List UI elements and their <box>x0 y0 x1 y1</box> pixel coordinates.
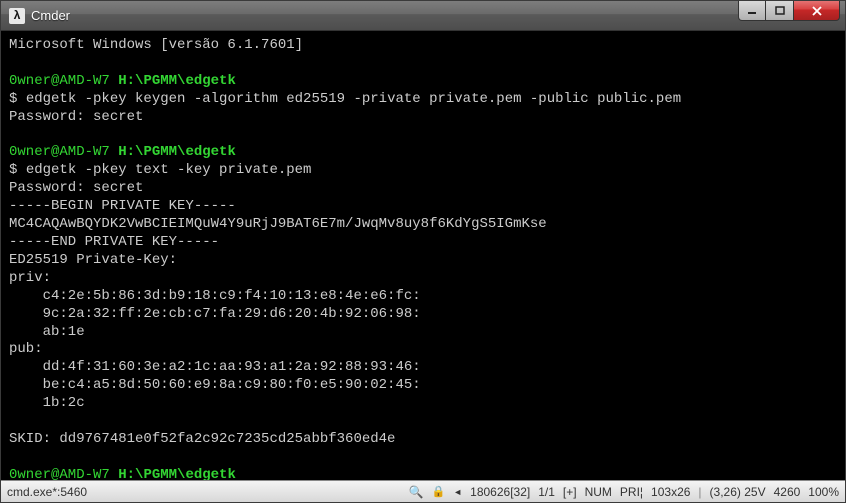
output-line: -----END PRIVATE KEY----- <box>9 234 219 250</box>
search-icon[interactable]: 🔍 <box>409 485 424 499</box>
close-button[interactable] <box>794 1 840 21</box>
prompt-path: H:\PGMM\edgetk <box>118 73 236 89</box>
close-icon <box>811 6 823 16</box>
status-sep: | <box>698 485 701 499</box>
command-text: edgetk -pkey keygen -algorithm ed25519 -… <box>26 91 681 107</box>
minimize-icon <box>747 6 757 16</box>
output-line: c4:2e:5b:86:3d:b9:18:c9:f4:10:13:e8:4e:e… <box>9 288 421 304</box>
window-buttons <box>738 1 840 21</box>
lock-icon[interactable]: 🔒 <box>432 485 446 498</box>
maximize-icon <box>775 6 785 16</box>
output-line: ab:1e <box>9 324 85 340</box>
triangle-left-icon: ◄ <box>453 487 462 497</box>
status-process[interactable]: cmd.exe*:5460 <box>7 485 409 499</box>
output-line: 1b:2c <box>9 395 85 411</box>
output-line: ED25519 Private-Key: <box>9 252 177 268</box>
output-line: SKID: dd9767481e0f52fa2c92c7235cd25abbf3… <box>9 431 395 447</box>
status-cursor: (3,26) 25V <box>710 485 766 499</box>
output-line: -----BEGIN PRIVATE KEY----- <box>9 198 236 214</box>
status-plus[interactable]: [+] <box>563 485 577 499</box>
maximize-button[interactable] <box>766 1 794 21</box>
terminal-banner: Microsoft Windows [versão 6.1.7601] <box>9 37 303 53</box>
output-line: MC4CAQAwBQYDK2VwBCIEIMQuW4Y9uRjJ9BAT6E7m… <box>9 216 547 232</box>
output-line: be:c4:a5:8d:50:60:e9:8a:c9:80:f0:e5:90:0… <box>9 377 421 393</box>
status-ratio: 1/1 <box>538 485 555 499</box>
prompt-path: H:\PGMM\edgetk <box>118 467 236 480</box>
prompt-user: 0wner@AMD-W7 <box>9 144 110 160</box>
status-mem: 4260 <box>774 485 801 499</box>
status-pct: 100% <box>808 485 839 499</box>
output-line: priv: <box>9 270 51 286</box>
titlebar[interactable]: λ Cmder <box>1 1 845 31</box>
status-size: 103x26 <box>651 485 690 499</box>
statusbar: cmd.exe*:5460 🔍 🔒 ◄ 180626[32] 1/1 [+] N… <box>1 480 845 502</box>
prompt-symbol: $ <box>9 91 17 107</box>
app-window: λ Cmder Microsoft Windows [versão 6.1.76… <box>0 0 846 503</box>
status-pos: 180626[32] <box>470 485 530 499</box>
minimize-button[interactable] <box>738 1 766 21</box>
output-line: 9c:2a:32:ff:2e:cb:c7:fa:29:d6:20:4b:92:0… <box>9 306 421 322</box>
window-title: Cmder <box>31 8 738 23</box>
output-line: Password: secret <box>9 180 143 196</box>
command-text: edgetk -pkey text -key private.pem <box>26 162 312 178</box>
terminal-area[interactable]: Microsoft Windows [versão 6.1.7601] 0wne… <box>1 31 845 480</box>
prompt-symbol: $ <box>9 162 17 178</box>
app-lambda-icon: λ <box>9 8 25 24</box>
output-line: dd:4f:31:60:3e:a2:1c:aa:93:a1:2a:92:88:9… <box>9 359 421 375</box>
status-pri: PRI¦ <box>620 485 643 499</box>
output-line: pub: <box>9 341 43 357</box>
status-num: NUM <box>585 485 612 499</box>
prompt-user: 0wner@AMD-W7 <box>9 467 110 480</box>
output-line: Password: secret <box>9 109 143 125</box>
prompt-user: 0wner@AMD-W7 <box>9 73 110 89</box>
prompt-path: H:\PGMM\edgetk <box>118 144 236 160</box>
